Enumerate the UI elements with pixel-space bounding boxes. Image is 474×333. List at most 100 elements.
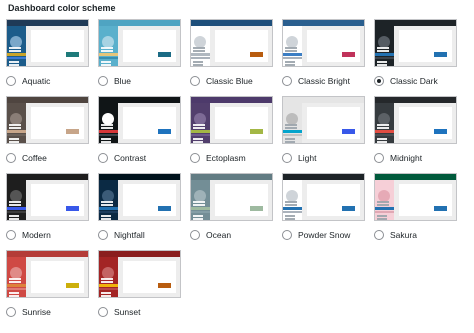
preview-sidebar — [7, 257, 26, 297]
scheme-option-coffee[interactable]: Coffee — [6, 96, 98, 173]
scheme-label: Sunrise — [22, 307, 51, 317]
scheme-option-midnight[interactable]: Midnight — [374, 96, 466, 173]
preview-highlight — [191, 207, 210, 210]
preview-content-panel — [399, 107, 452, 139]
scheme-radio-blue[interactable] — [98, 76, 108, 86]
scheme-label-row[interactable]: Aquatic — [6, 75, 50, 87]
scheme-option-sunrise[interactable]: Sunrise — [6, 250, 98, 327]
scheme-label-row[interactable]: Classic Bright — [282, 75, 350, 87]
scheme-label-row[interactable]: Ectoplasm — [190, 152, 246, 164]
scheme-preview-light[interactable] — [282, 96, 365, 144]
scheme-label-row[interactable]: Blue — [98, 75, 131, 87]
scheme-radio-aquatic[interactable] — [6, 76, 16, 86]
preview-menu-line — [101, 204, 113, 206]
preview-menu-line — [9, 138, 19, 140]
scheme-label-row[interactable]: Light — [282, 152, 316, 164]
scheme-option-ectoplasm[interactable]: Ectoplasm — [190, 96, 282, 173]
scheme-label-row[interactable]: Contrast — [98, 152, 146, 164]
preview-menu-line — [193, 215, 203, 217]
scheme-option-classic-blue[interactable]: Classic Blue — [190, 19, 282, 96]
preview-button — [250, 129, 263, 134]
scheme-radio-ectoplasm[interactable] — [190, 153, 200, 163]
scheme-label: Contrast — [114, 153, 147, 163]
preview-menu-line — [9, 295, 19, 297]
scheme-preview-modern[interactable] — [6, 173, 89, 221]
scheme-preview-blue[interactable] — [98, 19, 181, 67]
scheme-radio-light[interactable] — [282, 153, 292, 163]
preview-content-panel — [31, 30, 84, 62]
scheme-label-row[interactable]: Sunset — [98, 306, 140, 318]
scheme-label-row[interactable]: Midnight — [374, 152, 422, 164]
scheme-radio-contrast[interactable] — [98, 153, 108, 163]
preview-sidebar — [191, 180, 210, 220]
scheme-label-row[interactable]: Powder Snow — [282, 229, 350, 241]
scheme-option-ocean[interactable]: Ocean — [190, 173, 282, 250]
scheme-radio-sakura[interactable] — [374, 230, 384, 240]
preview-menu-line — [101, 278, 113, 280]
preview-button — [66, 206, 79, 211]
scheme-option-sakura[interactable]: Sakura — [374, 173, 466, 250]
preview-submenu — [283, 57, 302, 59]
preview-menu-line — [101, 127, 113, 129]
preview-button — [158, 206, 171, 211]
scheme-label-row[interactable]: Ocean — [190, 229, 231, 241]
scheme-preview-nightfall[interactable] — [98, 173, 181, 221]
scheme-radio-powder-snow[interactable] — [282, 230, 292, 240]
preview-menu-line — [9, 215, 19, 217]
scheme-label-row[interactable]: Sakura — [374, 229, 417, 241]
preview-menu-line — [193, 47, 205, 49]
scheme-option-classic-dark[interactable]: Classic Dark — [374, 19, 466, 96]
section-heading: Dashboard color scheme — [8, 3, 116, 13]
preview-menu-line — [285, 201, 297, 203]
scheme-label-row[interactable]: Classic Dark — [374, 75, 438, 87]
scheme-option-sunset[interactable]: Sunset — [98, 250, 190, 327]
scheme-preview-classic-blue[interactable] — [190, 19, 273, 67]
scheme-radio-midnight[interactable] — [374, 153, 384, 163]
preview-menu-line — [193, 64, 203, 66]
scheme-radio-classic-dark[interactable] — [374, 76, 384, 86]
scheme-label-row[interactable]: Nightfall — [98, 229, 145, 241]
scheme-preview-ectoplasm[interactable] — [190, 96, 273, 144]
scheme-label-row[interactable]: Classic Blue — [190, 75, 253, 87]
scheme-radio-nightfall[interactable] — [98, 230, 108, 240]
scheme-option-modern[interactable]: Modern — [6, 173, 98, 250]
scheme-option-nightfall[interactable]: Nightfall — [98, 173, 190, 250]
preview-menu-line — [193, 218, 203, 220]
preview-menu-line — [193, 124, 205, 126]
preview-submenu — [191, 211, 210, 213]
scheme-radio-modern[interactable] — [6, 230, 16, 240]
scheme-preview-powder-snow[interactable] — [282, 173, 365, 221]
scheme-option-classic-bright[interactable]: Classic Bright — [282, 19, 374, 96]
scheme-preview-sunrise[interactable] — [6, 250, 89, 298]
preview-submenu — [7, 57, 26, 59]
scheme-label: Coffee — [22, 153, 47, 163]
preview-content-panel — [307, 184, 360, 216]
preview-menu-line — [377, 47, 389, 49]
scheme-preview-sunset[interactable] — [98, 250, 181, 298]
scheme-preview-classic-dark[interactable] — [374, 19, 457, 67]
scheme-option-aquatic[interactable]: Aquatic — [6, 19, 98, 96]
scheme-option-blue[interactable]: Blue — [98, 19, 190, 96]
preview-sidebar — [191, 26, 210, 66]
scheme-radio-coffee[interactable] — [6, 153, 16, 163]
scheme-label-row[interactable]: Sunrise — [6, 306, 51, 318]
scheme-option-light[interactable]: Light — [282, 96, 374, 173]
scheme-option-contrast[interactable]: Contrast — [98, 96, 190, 173]
scheme-preview-classic-bright[interactable] — [282, 19, 365, 67]
scheme-option-powder-snow[interactable]: Powder Snow — [282, 173, 374, 250]
scheme-preview-midnight[interactable] — [374, 96, 457, 144]
scheme-radio-classic-blue[interactable] — [190, 76, 200, 86]
scheme-radio-ocean[interactable] — [190, 230, 200, 240]
preview-highlight — [7, 207, 26, 210]
scheme-preview-sakura[interactable] — [374, 173, 457, 221]
scheme-preview-aquatic[interactable] — [6, 19, 89, 67]
preview-menu-line — [377, 204, 389, 206]
scheme-label-row[interactable]: Modern — [6, 229, 51, 241]
scheme-label-row[interactable]: Coffee — [6, 152, 47, 164]
scheme-radio-sunset[interactable] — [98, 307, 108, 317]
scheme-preview-coffee[interactable] — [6, 96, 89, 144]
scheme-preview-contrast[interactable] — [98, 96, 181, 144]
scheme-radio-sunrise[interactable] — [6, 307, 16, 317]
scheme-radio-classic-bright[interactable] — [282, 76, 292, 86]
scheme-preview-ocean[interactable] — [190, 173, 273, 221]
